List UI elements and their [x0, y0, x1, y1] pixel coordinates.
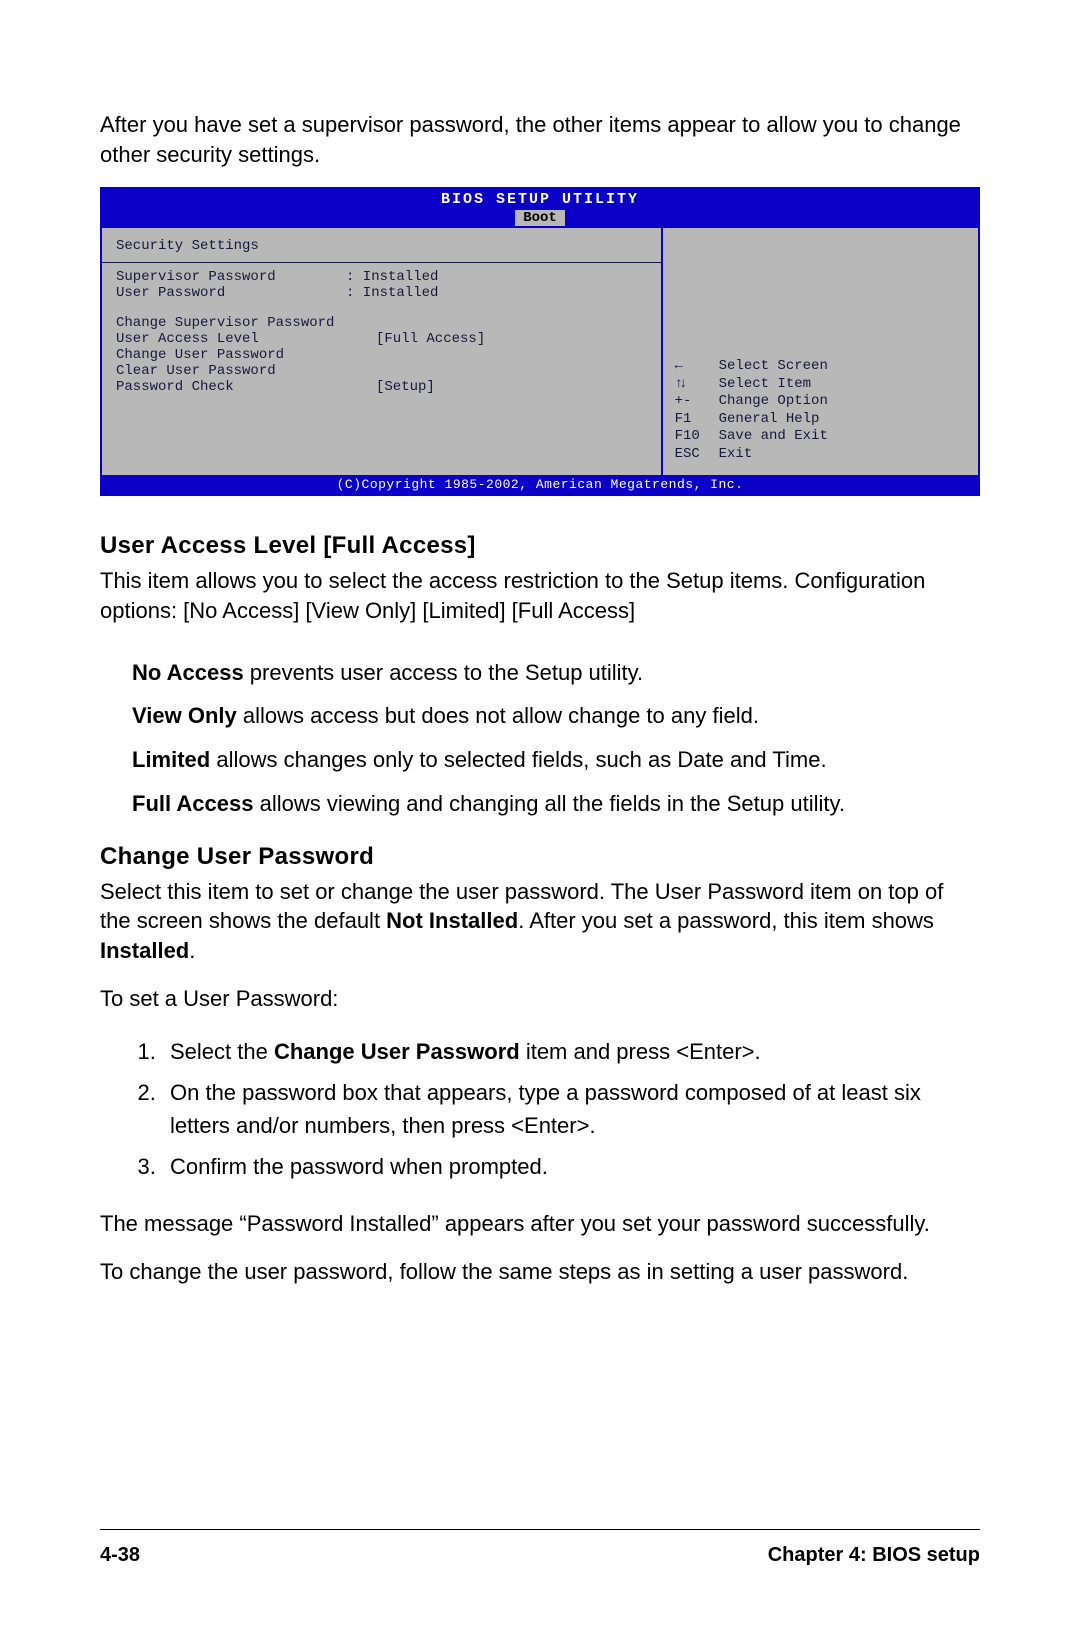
- option-view-only: View Only allows access but does not all…: [132, 701, 980, 731]
- steps-list: Select the Change User Password item and…: [162, 1035, 980, 1191]
- bios-status-label: User Password: [116, 285, 346, 301]
- option-text: allows changes only to selected fields, …: [210, 747, 826, 772]
- options-list: No Access prevents user access to the Se…: [100, 644, 980, 833]
- text-bold: Not Installed: [386, 908, 518, 933]
- heading-user-access-level: User Access Level [Full Access]: [100, 532, 980, 560]
- bios-help-block: Select Screen Select Item +- Change Optio…: [675, 358, 966, 463]
- body-text: Select this item to set or change the us…: [100, 877, 980, 966]
- text-run: item and press <Enter>.: [520, 1039, 761, 1064]
- help-key: ESC: [675, 446, 709, 464]
- text-run: Select the: [170, 1039, 274, 1064]
- bios-left-panel: Security Settings Supervisor Password : …: [102, 228, 663, 475]
- help-text: Select Item: [719, 376, 811, 394]
- option-lead: View Only: [132, 703, 237, 728]
- bios-title: BIOS SETUP UTILITY: [102, 191, 978, 208]
- bios-item-label: Change Supervisor Password: [116, 315, 376, 331]
- text-run: .: [189, 938, 195, 963]
- heading-change-user-password: Change User Password: [100, 843, 980, 871]
- help-text: Change Option: [719, 393, 828, 411]
- bios-item-label: Change User Password: [116, 347, 376, 363]
- option-text: prevents user access to the Setup utilit…: [244, 660, 643, 685]
- bios-item-row: User Access Level [Full Access]: [116, 331, 651, 347]
- bios-status-row: User Password : Installed: [116, 285, 651, 301]
- option-lead: No Access: [132, 660, 244, 685]
- bios-item-label: Clear User Password: [116, 363, 376, 379]
- help-text: Save and Exit: [719, 428, 828, 446]
- step-item: On the password box that appears, type a…: [162, 1076, 980, 1142]
- bios-screenshot: BIOS SETUP UTILITY Boot Security Setting…: [100, 187, 980, 496]
- body-text: The message “Password Installed” appears…: [100, 1209, 980, 1239]
- body-text: This item allows you to select the acces…: [100, 566, 980, 625]
- bios-item-row: Password Check [Setup]: [116, 379, 651, 395]
- page-footer: 4-38 Chapter 4: BIOS setup: [100, 1529, 980, 1567]
- bios-item-value: [Full Access]: [376, 331, 485, 347]
- option-lead: Limited: [132, 747, 210, 772]
- bios-status-value: : Installed: [346, 285, 438, 301]
- help-key: F1: [675, 411, 709, 429]
- body-text: To set a User Password:: [100, 984, 980, 1014]
- help-text: Select Screen: [719, 358, 828, 376]
- step-item: Select the Change User Password item and…: [162, 1035, 980, 1068]
- bios-item-row: Clear User Password: [116, 363, 651, 379]
- arrows-updown-icon: [675, 376, 709, 394]
- bios-status-value: : Installed: [346, 269, 438, 285]
- arrow-left-icon: [675, 358, 709, 376]
- bios-right-panel: Select Screen Select Item +- Change Optio…: [663, 228, 978, 475]
- option-limited: Limited allows changes only to selected …: [132, 745, 980, 775]
- intro-text: After you have set a supervisor password…: [100, 110, 980, 169]
- bios-item-row: Change User Password: [116, 347, 651, 363]
- help-key: F10: [675, 428, 709, 446]
- page-number: 4-38: [100, 1544, 140, 1567]
- text-run: . After you set a password, this item sh…: [518, 908, 934, 933]
- bios-item-value: [Setup]: [376, 379, 435, 395]
- option-no-access: No Access prevents user access to the Se…: [132, 658, 980, 688]
- bios-status-row: Supervisor Password : Installed: [116, 269, 651, 285]
- divider: [102, 262, 661, 263]
- option-lead: Full Access: [132, 791, 253, 816]
- option-full-access: Full Access allows viewing and changing …: [132, 789, 980, 819]
- bios-tab-boot: Boot: [515, 210, 565, 226]
- bios-item-row: Change Supervisor Password: [116, 315, 651, 331]
- help-key: +-: [675, 393, 709, 411]
- bios-footer: (C)Copyright 1985-2002, American Megatre…: [102, 475, 978, 494]
- text-bold: Change User Password: [274, 1039, 520, 1064]
- bios-status-label: Supervisor Password: [116, 269, 346, 285]
- chapter-title: Chapter 4: BIOS setup: [768, 1544, 980, 1567]
- help-text: General Help: [719, 411, 820, 429]
- bios-item-label: User Access Level: [116, 331, 376, 347]
- bios-header: BIOS SETUP UTILITY Boot: [102, 189, 978, 228]
- option-text: allows access but does not allow change …: [237, 703, 759, 728]
- help-text: Exit: [719, 446, 753, 464]
- bios-section-title: Security Settings: [116, 234, 651, 258]
- step-item: Confirm the password when prompted.: [162, 1150, 980, 1183]
- body-text: To change the user password, follow the …: [100, 1257, 980, 1287]
- bios-item-label: Password Check: [116, 379, 376, 395]
- option-text: allows viewing and changing all the fiel…: [253, 791, 845, 816]
- text-bold: Installed: [100, 938, 189, 963]
